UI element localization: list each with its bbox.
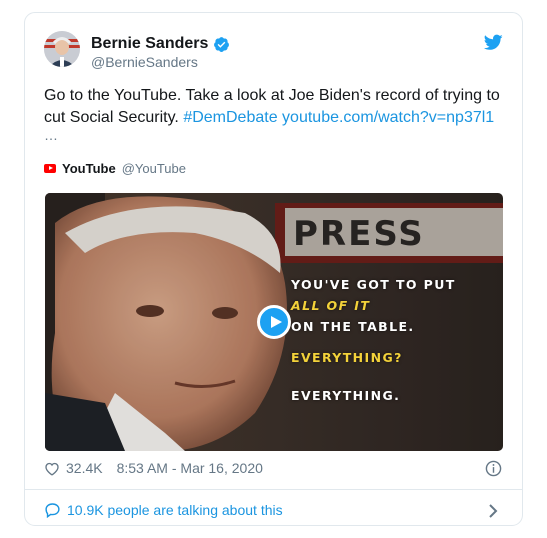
link-ellipsis: …	[44, 127, 59, 143]
verified-badge-icon	[214, 37, 229, 52]
tweet-timestamp[interactable]: 8:53 AM - Mar 16, 2020	[117, 460, 263, 476]
overlay-line-3: ON THE TABLE.	[291, 319, 415, 334]
conversation-link[interactable]: 10.9K people are talking about this	[44, 502, 283, 518]
chevron-right-icon[interactable]	[488, 504, 498, 518]
overlay-line-1: YOU'VE GOT TO PUT	[291, 277, 456, 292]
overlay-line-5: EVERYTHING.	[291, 388, 401, 403]
conversation-text: 10.9K people are talking about this	[67, 502, 283, 518]
heart-icon[interactable]	[44, 461, 60, 476]
tweet-text: Go to the YouTube. Take a look at Joe Bi…	[44, 87, 500, 126]
author-handle[interactable]: @BernieSanders	[91, 54, 198, 70]
play-icon[interactable]	[257, 305, 291, 339]
embed-source-name: YouTube	[62, 161, 116, 176]
avatar[interactable]	[44, 31, 80, 67]
youtube-link[interactable]: youtube.com/watch?v=np37l1	[282, 109, 494, 126]
tweet-meta: 32.4K 8:53 AM - Mar 16, 2020	[44, 460, 263, 476]
overlay-line-4: EVERYTHING?	[291, 350, 403, 365]
hashtag-link[interactable]: #DemDebate	[183, 109, 277, 126]
speech-bubble-icon	[45, 503, 60, 518]
divider	[25, 489, 522, 490]
embed-source[interactable]: YouTube @YouTube	[44, 161, 186, 176]
author-name[interactable]: Bernie Sanders	[91, 35, 208, 53]
youtube-logo-icon	[44, 164, 56, 173]
video-thumbnail[interactable]: PRESS YOU'VE GOT TO PUT ALL OF IT ON THE…	[45, 193, 503, 451]
info-icon[interactable]	[485, 460, 502, 477]
twitter-bird-icon[interactable]	[484, 34, 503, 51]
tweet-card: Bernie Sanders @BernieSanders Go to the …	[24, 12, 523, 526]
overlay-line-2: ALL OF IT	[291, 298, 371, 313]
embed-source-handle: @YouTube	[121, 161, 186, 176]
like-count[interactable]: 32.4K	[66, 460, 103, 476]
